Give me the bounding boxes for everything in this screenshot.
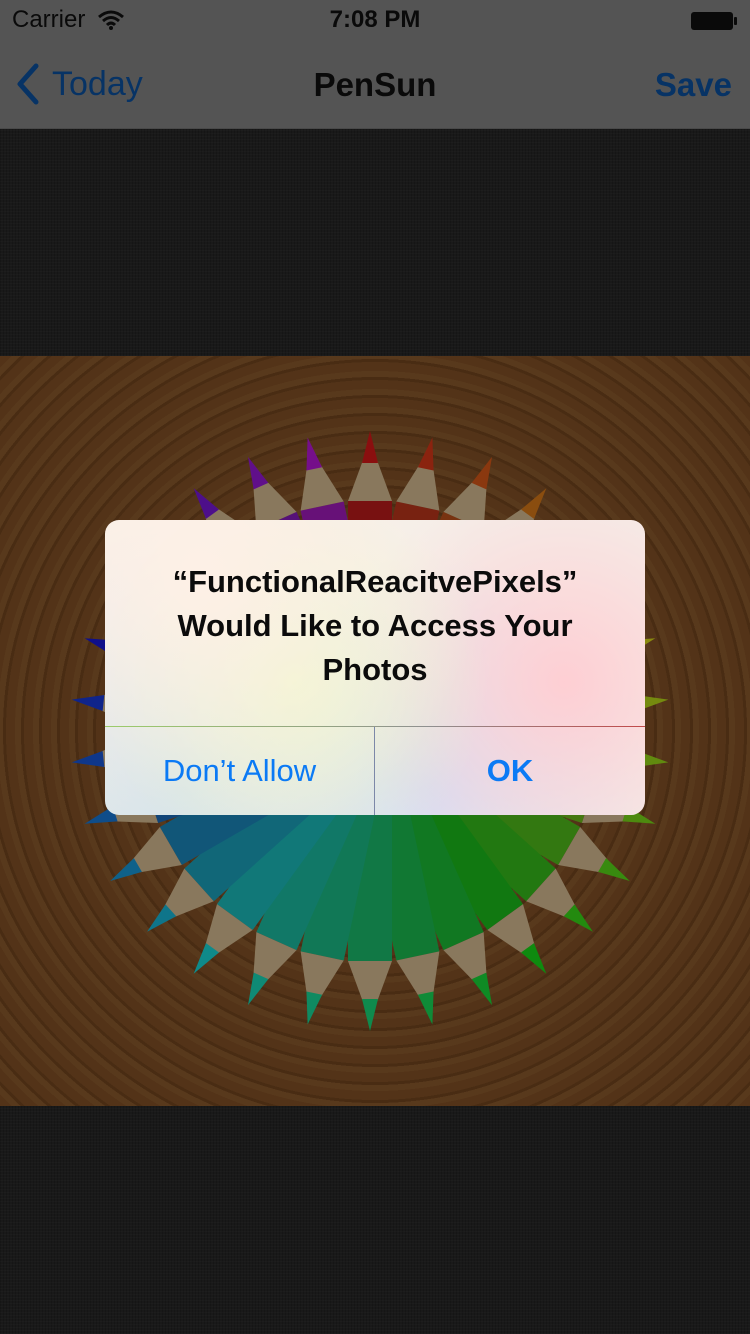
alert-message: “FunctionalReacitvePixels” Would Like to… bbox=[125, 560, 625, 692]
ok-button[interactable]: OK bbox=[375, 727, 645, 815]
alert-message-line: Would Like to Access Your bbox=[177, 608, 573, 643]
dont-allow-button[interactable]: Don’t Allow bbox=[105, 727, 374, 815]
alert-message-line: “FunctionalReacitvePixels” bbox=[172, 564, 578, 599]
alert-message-line: Photos bbox=[322, 652, 428, 687]
photo-permission-alert: “FunctionalReacitvePixels” Would Like to… bbox=[105, 520, 645, 815]
